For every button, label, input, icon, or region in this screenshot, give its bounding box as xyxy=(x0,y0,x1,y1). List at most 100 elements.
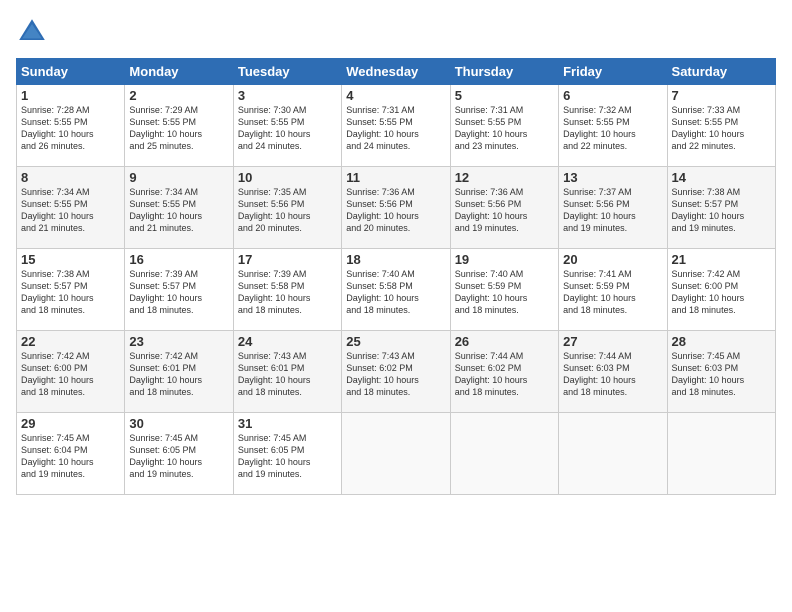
day-number: 24 xyxy=(238,334,337,349)
day-info: Sunrise: 7:34 AM Sunset: 5:55 PM Dayligh… xyxy=(21,186,120,235)
calendar-cell: 15Sunrise: 7:38 AM Sunset: 5:57 PM Dayli… xyxy=(17,249,125,331)
calendar-cell: 8Sunrise: 7:34 AM Sunset: 5:55 PM Daylig… xyxy=(17,167,125,249)
calendar-cell: 18Sunrise: 7:40 AM Sunset: 5:58 PM Dayli… xyxy=(342,249,450,331)
calendar-cell xyxy=(559,413,667,495)
calendar-cell: 4Sunrise: 7:31 AM Sunset: 5:55 PM Daylig… xyxy=(342,85,450,167)
day-info: Sunrise: 7:45 AM Sunset: 6:03 PM Dayligh… xyxy=(672,350,771,399)
day-info: Sunrise: 7:40 AM Sunset: 5:59 PM Dayligh… xyxy=(455,268,554,317)
calendar-cell: 3Sunrise: 7:30 AM Sunset: 5:55 PM Daylig… xyxy=(233,85,341,167)
header xyxy=(16,16,776,48)
calendar-cell: 16Sunrise: 7:39 AM Sunset: 5:57 PM Dayli… xyxy=(125,249,233,331)
day-number: 27 xyxy=(563,334,662,349)
calendar-body: 1Sunrise: 7:28 AM Sunset: 5:55 PM Daylig… xyxy=(17,85,776,495)
calendar-cell: 6Sunrise: 7:32 AM Sunset: 5:55 PM Daylig… xyxy=(559,85,667,167)
day-info: Sunrise: 7:44 AM Sunset: 6:02 PM Dayligh… xyxy=(455,350,554,399)
day-info: Sunrise: 7:43 AM Sunset: 6:02 PM Dayligh… xyxy=(346,350,445,399)
calendar-cell: 21Sunrise: 7:42 AM Sunset: 6:00 PM Dayli… xyxy=(667,249,775,331)
day-number: 14 xyxy=(672,170,771,185)
logo xyxy=(16,16,52,48)
day-number: 13 xyxy=(563,170,662,185)
day-number: 26 xyxy=(455,334,554,349)
day-info: Sunrise: 7:30 AM Sunset: 5:55 PM Dayligh… xyxy=(238,104,337,153)
day-info: Sunrise: 7:37 AM Sunset: 5:56 PM Dayligh… xyxy=(563,186,662,235)
logo-icon xyxy=(16,16,48,48)
day-number: 17 xyxy=(238,252,337,267)
calendar-cell: 13Sunrise: 7:37 AM Sunset: 5:56 PM Dayli… xyxy=(559,167,667,249)
day-info: Sunrise: 7:39 AM Sunset: 5:58 PM Dayligh… xyxy=(238,268,337,317)
day-info: Sunrise: 7:42 AM Sunset: 6:00 PM Dayligh… xyxy=(672,268,771,317)
calendar-cell xyxy=(342,413,450,495)
day-info: Sunrise: 7:38 AM Sunset: 5:57 PM Dayligh… xyxy=(21,268,120,317)
weekday-monday: Monday xyxy=(125,59,233,85)
day-number: 7 xyxy=(672,88,771,103)
calendar-cell: 25Sunrise: 7:43 AM Sunset: 6:02 PM Dayli… xyxy=(342,331,450,413)
calendar-cell: 23Sunrise: 7:42 AM Sunset: 6:01 PM Dayli… xyxy=(125,331,233,413)
day-info: Sunrise: 7:32 AM Sunset: 5:55 PM Dayligh… xyxy=(563,104,662,153)
day-number: 19 xyxy=(455,252,554,267)
calendar-cell: 11Sunrise: 7:36 AM Sunset: 5:56 PM Dayli… xyxy=(342,167,450,249)
calendar-cell: 2Sunrise: 7:29 AM Sunset: 5:55 PM Daylig… xyxy=(125,85,233,167)
calendar-cell: 14Sunrise: 7:38 AM Sunset: 5:57 PM Dayli… xyxy=(667,167,775,249)
day-info: Sunrise: 7:45 AM Sunset: 6:05 PM Dayligh… xyxy=(238,432,337,481)
day-info: Sunrise: 7:45 AM Sunset: 6:04 PM Dayligh… xyxy=(21,432,120,481)
day-info: Sunrise: 7:34 AM Sunset: 5:55 PM Dayligh… xyxy=(129,186,228,235)
day-number: 6 xyxy=(563,88,662,103)
day-info: Sunrise: 7:29 AM Sunset: 5:55 PM Dayligh… xyxy=(129,104,228,153)
day-number: 10 xyxy=(238,170,337,185)
calendar-cell: 17Sunrise: 7:39 AM Sunset: 5:58 PM Dayli… xyxy=(233,249,341,331)
day-number: 22 xyxy=(21,334,120,349)
calendar-cell: 24Sunrise: 7:43 AM Sunset: 6:01 PM Dayli… xyxy=(233,331,341,413)
calendar-cell xyxy=(450,413,558,495)
calendar-cell: 28Sunrise: 7:45 AM Sunset: 6:03 PM Dayli… xyxy=(667,331,775,413)
week-row-3: 15Sunrise: 7:38 AM Sunset: 5:57 PM Dayli… xyxy=(17,249,776,331)
day-number: 23 xyxy=(129,334,228,349)
day-number: 11 xyxy=(346,170,445,185)
calendar-cell: 29Sunrise: 7:45 AM Sunset: 6:04 PM Dayli… xyxy=(17,413,125,495)
weekday-tuesday: Tuesday xyxy=(233,59,341,85)
day-info: Sunrise: 7:31 AM Sunset: 5:55 PM Dayligh… xyxy=(346,104,445,153)
calendar-cell: 27Sunrise: 7:44 AM Sunset: 6:03 PM Dayli… xyxy=(559,331,667,413)
day-number: 16 xyxy=(129,252,228,267)
day-info: Sunrise: 7:33 AM Sunset: 5:55 PM Dayligh… xyxy=(672,104,771,153)
calendar-cell: 10Sunrise: 7:35 AM Sunset: 5:56 PM Dayli… xyxy=(233,167,341,249)
day-number: 8 xyxy=(21,170,120,185)
calendar-cell: 22Sunrise: 7:42 AM Sunset: 6:00 PM Dayli… xyxy=(17,331,125,413)
day-info: Sunrise: 7:41 AM Sunset: 5:59 PM Dayligh… xyxy=(563,268,662,317)
day-number: 4 xyxy=(346,88,445,103)
day-info: Sunrise: 7:31 AM Sunset: 5:55 PM Dayligh… xyxy=(455,104,554,153)
day-info: Sunrise: 7:43 AM Sunset: 6:01 PM Dayligh… xyxy=(238,350,337,399)
week-row-4: 22Sunrise: 7:42 AM Sunset: 6:00 PM Dayli… xyxy=(17,331,776,413)
weekday-wednesday: Wednesday xyxy=(342,59,450,85)
weekday-thursday: Thursday xyxy=(450,59,558,85)
week-row-5: 29Sunrise: 7:45 AM Sunset: 6:04 PM Dayli… xyxy=(17,413,776,495)
calendar-cell: 26Sunrise: 7:44 AM Sunset: 6:02 PM Dayli… xyxy=(450,331,558,413)
day-info: Sunrise: 7:45 AM Sunset: 6:05 PM Dayligh… xyxy=(129,432,228,481)
day-number: 18 xyxy=(346,252,445,267)
day-number: 2 xyxy=(129,88,228,103)
day-number: 15 xyxy=(21,252,120,267)
calendar-table: SundayMondayTuesdayWednesdayThursdayFrid… xyxy=(16,58,776,495)
day-number: 28 xyxy=(672,334,771,349)
weekday-saturday: Saturday xyxy=(667,59,775,85)
day-number: 9 xyxy=(129,170,228,185)
calendar-cell: 5Sunrise: 7:31 AM Sunset: 5:55 PM Daylig… xyxy=(450,85,558,167)
calendar-cell: 1Sunrise: 7:28 AM Sunset: 5:55 PM Daylig… xyxy=(17,85,125,167)
day-info: Sunrise: 7:36 AM Sunset: 5:56 PM Dayligh… xyxy=(455,186,554,235)
day-info: Sunrise: 7:40 AM Sunset: 5:58 PM Dayligh… xyxy=(346,268,445,317)
weekday-friday: Friday xyxy=(559,59,667,85)
day-info: Sunrise: 7:39 AM Sunset: 5:57 PM Dayligh… xyxy=(129,268,228,317)
day-info: Sunrise: 7:35 AM Sunset: 5:56 PM Dayligh… xyxy=(238,186,337,235)
calendar-cell: 7Sunrise: 7:33 AM Sunset: 5:55 PM Daylig… xyxy=(667,85,775,167)
day-number: 1 xyxy=(21,88,120,103)
day-number: 21 xyxy=(672,252,771,267)
day-number: 25 xyxy=(346,334,445,349)
day-info: Sunrise: 7:42 AM Sunset: 6:00 PM Dayligh… xyxy=(21,350,120,399)
day-number: 31 xyxy=(238,416,337,431)
day-info: Sunrise: 7:28 AM Sunset: 5:55 PM Dayligh… xyxy=(21,104,120,153)
day-number: 3 xyxy=(238,88,337,103)
day-info: Sunrise: 7:42 AM Sunset: 6:01 PM Dayligh… xyxy=(129,350,228,399)
calendar-cell: 9Sunrise: 7:34 AM Sunset: 5:55 PM Daylig… xyxy=(125,167,233,249)
calendar-cell: 30Sunrise: 7:45 AM Sunset: 6:05 PM Dayli… xyxy=(125,413,233,495)
page-container: SundayMondayTuesdayWednesdayThursdayFrid… xyxy=(0,0,792,503)
day-number: 29 xyxy=(21,416,120,431)
